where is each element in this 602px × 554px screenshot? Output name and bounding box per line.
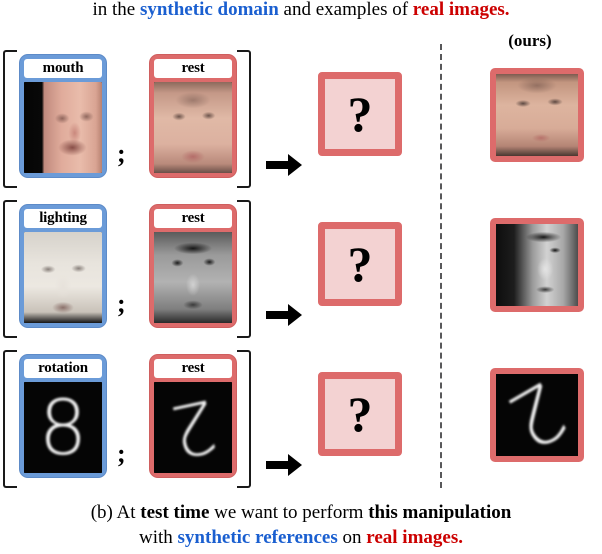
digit-glyph: 2 <box>162 382 224 473</box>
attribute-label: lighting <box>24 209 102 228</box>
question-mark-icon: ? <box>347 236 373 292</box>
digit-glyph: 8 <box>38 382 88 472</box>
right-arrow-icon <box>266 454 302 476</box>
question-mark-icon: ? <box>347 86 373 142</box>
unknown-output-box: ? <box>318 72 402 156</box>
attribute-reference-card[interactable]: lighting <box>19 204 107 328</box>
attribute-reference-image <box>24 82 102 173</box>
bottom-caption-l1-seg-2: we want to perform <box>209 502 369 523</box>
rest-reference-card[interactable]: rest <box>149 204 237 328</box>
bracket-left-icon <box>3 350 17 488</box>
bottom-caption-line-2: with synthetic references on real images… <box>0 525 602 550</box>
top-caption-seg-3: real images. <box>412 0 510 20</box>
right-arrow-icon <box>266 154 302 176</box>
rest-label: rest <box>154 359 232 378</box>
right-arrow-icon <box>266 304 302 326</box>
pair-separator: ; <box>117 289 126 318</box>
rest-reference-card[interactable]: rest 2 <box>149 354 237 478</box>
bracket-left-icon <box>3 50 17 188</box>
bottom-caption-l2-seg-2: on <box>337 527 367 548</box>
top-caption: in the synthetic domain and examples of … <box>0 0 602 21</box>
bottom-caption-l1-seg-3: this manipulation <box>368 502 512 523</box>
bracket-right-icon <box>237 350 251 488</box>
attribute-reference-image: 8 <box>24 382 102 473</box>
bottom-caption-l2-seg-0: with <box>139 527 178 548</box>
bottom-caption-l2-seg-1: synthetic references <box>177 527 338 548</box>
bottom-caption-l1-seg-0: (b) At <box>90 502 141 523</box>
rest-label: rest <box>154 209 232 228</box>
unknown-output-box: ? <box>318 372 402 456</box>
rest-reference-image <box>154 232 232 323</box>
bottom-caption-l2-seg-3: real images. <box>366 527 463 548</box>
example-row-rotation: rotation 8 ; rest 2 ? 2 <box>0 348 602 488</box>
top-caption-seg-0: in the <box>92 0 140 20</box>
bottom-caption: (b) At test time we want to perform this… <box>0 500 602 550</box>
attribute-reference-image <box>24 232 102 323</box>
example-row-mouth: mouth ; rest ? <box>0 48 602 188</box>
result-image-box <box>490 68 584 162</box>
rest-label: rest <box>154 59 232 78</box>
attribute-reference-card[interactable]: mouth <box>19 54 107 178</box>
top-caption-seg-2: and examples of <box>278 0 413 20</box>
rest-reference-image <box>154 82 232 173</box>
rest-reference-image: 2 <box>154 382 232 473</box>
bracket-right-icon <box>237 200 251 338</box>
result-image-box <box>490 218 584 312</box>
pair-separator: ; <box>117 439 126 468</box>
result-image-box: 2 <box>490 368 584 462</box>
attribute-label: mouth <box>24 59 102 78</box>
unknown-output-box: ? <box>318 222 402 306</box>
pair-separator: ; <box>117 139 126 168</box>
bottom-caption-l1-seg-1: test time <box>140 502 210 523</box>
attribute-reference-card[interactable]: rotation 8 <box>19 354 107 478</box>
bottom-caption-line-1: (b) At test time we want to perform this… <box>0 500 602 525</box>
example-row-lighting: lighting ; rest ? <box>0 198 602 338</box>
bracket-left-icon <box>3 200 17 338</box>
question-mark-icon: ? <box>347 386 373 442</box>
rest-reference-card[interactable]: rest <box>149 54 237 178</box>
bracket-right-icon <box>237 50 251 188</box>
attribute-label: rotation <box>24 359 102 378</box>
top-caption-seg-1: synthetic domain <box>139 0 279 20</box>
digit-glyph: 2 <box>493 368 581 462</box>
